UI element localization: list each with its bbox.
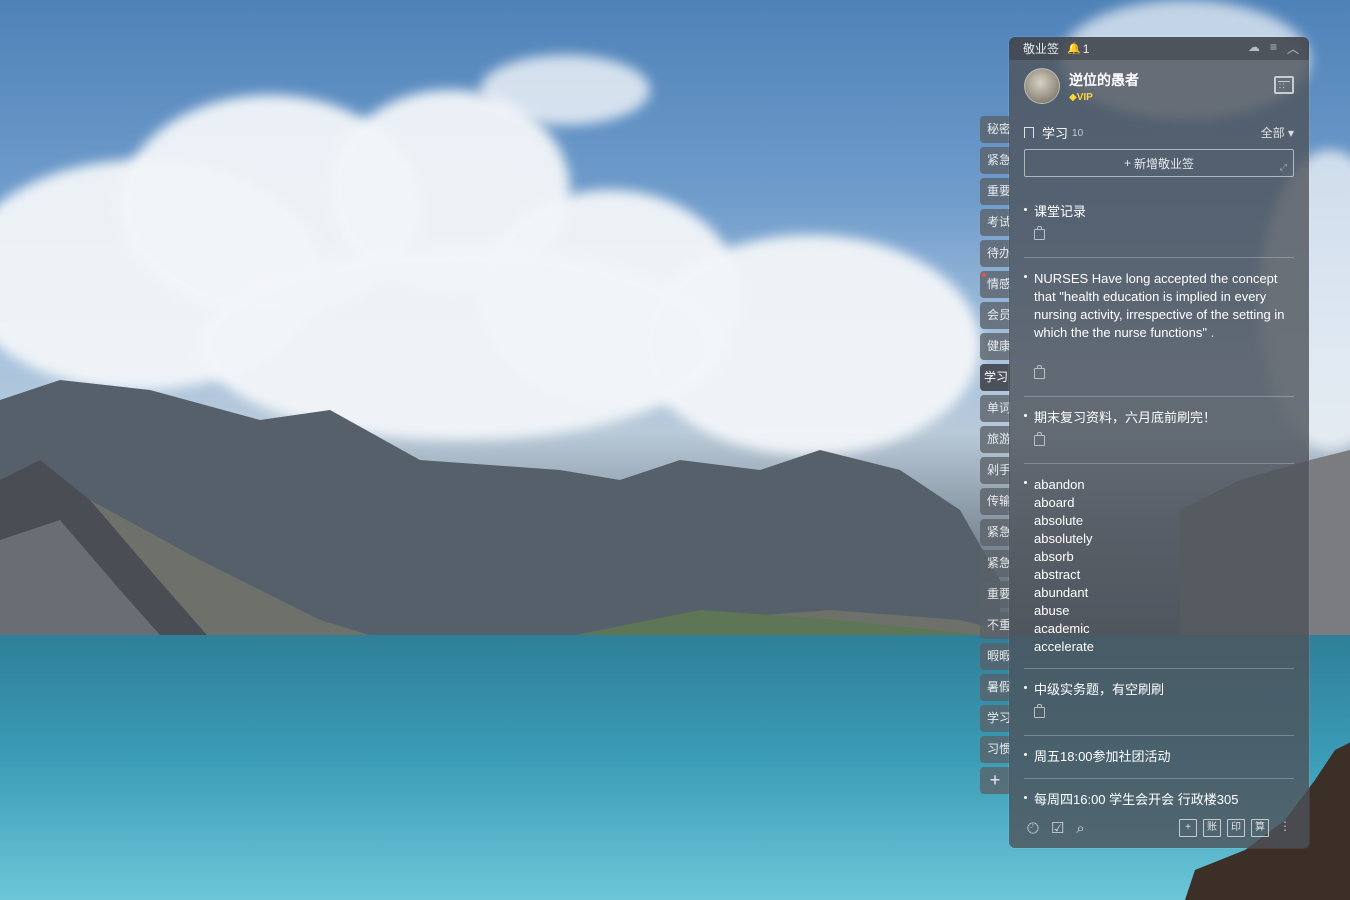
- category-tab[interactable]: 习惯: [980, 736, 1010, 763]
- add-category-button[interactable]: +: [980, 767, 1010, 794]
- user-header: 逆位的愚者 ◆VIP: [1009, 60, 1309, 112]
- category-tab[interactable]: 学习: [980, 364, 1010, 391]
- note-text: 课堂记录: [1034, 204, 1087, 219]
- menu-icon[interactable]: ≡: [1270, 40, 1277, 57]
- app-title: 敬业签: [1023, 42, 1060, 56]
- category-tab[interactable]: 重要: [980, 581, 1010, 608]
- note-item[interactable]: NURSES Have long accepted the concept th…: [1024, 258, 1294, 397]
- category-tab[interactable]: 考试: [980, 209, 1010, 236]
- note-list: 课堂记录 NURSES Have long accepted the concep…: [1009, 197, 1309, 808]
- category-tab[interactable]: 健康: [980, 333, 1010, 360]
- vip-badge: ◆VIP: [1069, 91, 1093, 103]
- plus-icon: +: [1123, 156, 1131, 170]
- note-text: 中级实务题，有空刷刷: [1034, 682, 1165, 697]
- clock-icon[interactable]: 🕘︎: [1027, 820, 1039, 837]
- category-tab[interactable]: 暇暇: [980, 643, 1010, 670]
- category-tab[interactable]: 紧急: [980, 147, 1010, 174]
- sticky-note-panel: 敬业签 🔔 1 ☁ ≡ ︿ 逆位的愚者 ◆VIP 学习 10 全部 ▾ + 新增…: [1009, 37, 1309, 848]
- expand-icon[interactable]: ⤢: [1280, 162, 1287, 173]
- category-tab[interactable]: 秘密: [980, 116, 1010, 143]
- notification-count: 1: [1082, 41, 1090, 56]
- category-tab[interactable]: 会员: [980, 302, 1010, 329]
- lock-icon[interactable]: [1034, 704, 1045, 718]
- section-count: 10: [1072, 128, 1084, 139]
- note-text: 期末复习资料，六月底前刷完！: [1034, 410, 1217, 425]
- note-item[interactable]: 课堂记录: [1024, 197, 1294, 258]
- filter-dropdown[interactable]: 全部 ▾: [1261, 124, 1294, 141]
- unread-dot-icon: [982, 273, 986, 277]
- note-item[interactable]: 期末复习资料，六月底前刷完！: [1024, 397, 1294, 464]
- bookmark-icon: [1024, 126, 1034, 138]
- avatar[interactable]: [1024, 68, 1060, 104]
- category-tab[interactable]: 情感: [980, 271, 1010, 298]
- category-tab[interactable]: 传输: [980, 488, 1010, 515]
- category-tab[interactable]: 单词: [980, 395, 1010, 422]
- category-tab[interactable]: 学习: [980, 705, 1010, 732]
- diamond-icon: ◆: [1069, 91, 1077, 103]
- tool-button[interactable]: 账: [1203, 819, 1221, 837]
- title-bar[interactable]: 敬业签 🔔 1 ☁ ≡ ︿: [1009, 37, 1309, 60]
- search-icon[interactable]: ⌕: [1076, 820, 1084, 837]
- bottom-toolbar: 🕘︎ ☑ ⌕ + 账 印 算 ⋮: [1009, 808, 1309, 848]
- tool-button[interactable]: 算: [1251, 819, 1269, 837]
- note-text: 周五18:00参加社团活动: [1034, 749, 1171, 764]
- category-tab[interactable]: 重要: [980, 178, 1010, 205]
- add-icon[interactable]: +: [1179, 819, 1197, 837]
- category-tab[interactable]: 剁手: [980, 457, 1010, 484]
- note-text: abandon aboard absolute absolutely absor…: [1034, 477, 1094, 654]
- category-tab[interactable]: 不重: [980, 612, 1010, 639]
- section-name: 学习: [1042, 125, 1069, 141]
- note-item[interactable]: 周五18:00参加社团活动: [1024, 736, 1294, 779]
- category-tab[interactable]: 待办: [980, 240, 1010, 267]
- bell-icon[interactable]: 🔔: [1067, 42, 1081, 55]
- tool-button[interactable]: 印: [1227, 819, 1245, 837]
- add-note-button[interactable]: + 新增敬业签 ⤢: [1024, 149, 1294, 177]
- category-tab[interactable]: 紧急: [980, 550, 1010, 577]
- collapse-icon[interactable]: ︿: [1287, 40, 1299, 57]
- lock-icon[interactable]: [1034, 226, 1045, 240]
- more-icon[interactable]: ⋮: [1279, 819, 1291, 837]
- note-item[interactable]: 每周四16:00 学生会开会 行政楼305: [1024, 779, 1294, 808]
- note-text: 每周四16:00 学生会开会 行政楼305: [1034, 792, 1239, 807]
- username: 逆位的愚者: [1069, 71, 1139, 88]
- lock-icon[interactable]: [1034, 365, 1045, 379]
- category-tabs: 秘密 紧急 重要 考试 待办 情感 会员 健康 学习 单词 旅游 剁手 传输 紧急 紧急 重要 不重 暇暇 暑假 学习…: [980, 116, 1010, 798]
- checklist-icon[interactable]: ☑: [1051, 819, 1064, 837]
- section-header: 学习 10 全部 ▾: [1009, 117, 1309, 147]
- category-tab[interactable]: 旅游: [980, 426, 1010, 453]
- cloud-sync-icon[interactable]: ☁: [1248, 40, 1260, 57]
- calendar-icon[interactable]: [1274, 76, 1294, 94]
- note-item[interactable]: abandon aboard absolute absolutely absor…: [1024, 464, 1294, 669]
- lock-icon[interactable]: [1034, 432, 1045, 446]
- note-text: NURSES Have long accepted the concept th…: [1034, 271, 1285, 340]
- category-tab[interactable]: 紧急: [980, 519, 1010, 546]
- note-item[interactable]: 中级实务题，有空刷刷: [1024, 669, 1294, 736]
- category-tab[interactable]: 暑假: [980, 674, 1010, 701]
- caret-down-icon: ▾: [1287, 125, 1294, 140]
